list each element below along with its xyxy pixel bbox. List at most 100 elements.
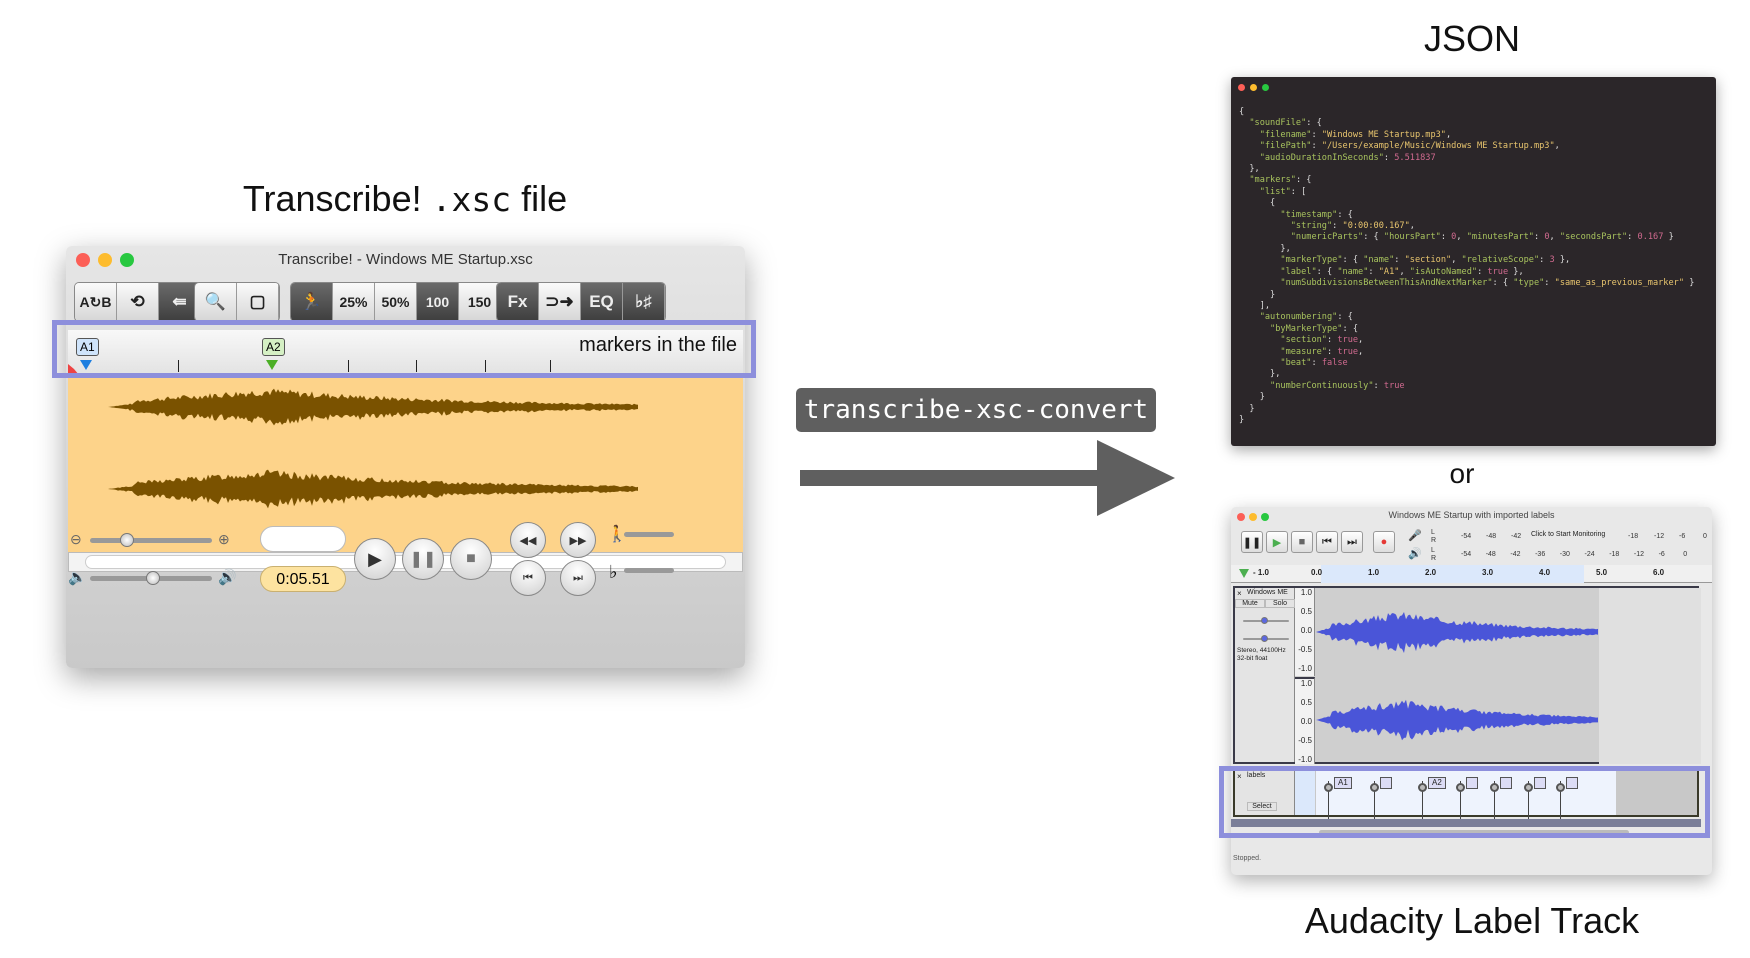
toolbar-button[interactable]: ♭♯ [623, 283, 665, 321]
timeline-tick: 5.0 [1596, 568, 1608, 577]
zoom-out-icon[interactable]: ⊖ [70, 531, 82, 548]
y-axis-tick: -0.5 [1298, 645, 1312, 654]
code-line: "filename": "Windows ME Startup.mp3", [1259, 129, 1452, 140]
toolbar-group: 🔍 ▢ [194, 282, 280, 322]
toolbar-button[interactable]: 🔍 [195, 283, 237, 321]
volume-slider[interactable] [90, 571, 212, 585]
text-field[interactable] [260, 526, 346, 552]
toolbar-button[interactable]: 50% [375, 283, 417, 321]
toolbar-button[interactable]: 150 [459, 283, 501, 321]
code-line: { [1239, 198, 1276, 209]
track-info: Stereo, 44100Hz [1237, 647, 1286, 654]
code-line: "list": [ [1259, 186, 1307, 197]
pause-button[interactable]: ❚❚ [402, 538, 444, 580]
rewind-button[interactable]: ◀◀ [510, 522, 546, 558]
play-button[interactable]: ▶ [354, 538, 396, 580]
meter-tick: -36 [1535, 551, 1546, 558]
code-line: } [1239, 403, 1255, 414]
transcribe-caption: Transcribe! .xsc file [205, 178, 605, 220]
skip-end-button[interactable]: ⏭ [560, 560, 596, 596]
code-line: "byMarkerType": { [1270, 323, 1359, 334]
toolbar-button[interactable]: ⊃➜ [539, 283, 581, 321]
track-name-menu[interactable]: Windows ME [1247, 589, 1288, 596]
window-title: Transcribe! - Windows ME Startup.xsc [278, 251, 533, 268]
meter-tick: -6 [1679, 533, 1686, 540]
close-button[interactable] [1238, 84, 1245, 91]
meter-tick: 0 [1703, 533, 1707, 540]
play-button[interactable]: ▶ [1266, 531, 1288, 553]
speed-slider[interactable] [624, 532, 674, 537]
code-line: "audioDurationInSeconds": 5.511837 [1259, 152, 1436, 163]
code-line: } [1239, 289, 1276, 300]
zoom-in-icon[interactable]: ⊕ [218, 531, 230, 548]
toolbar-button[interactable]: ⟲ [117, 283, 159, 321]
status-bar: Stopped. [1233, 855, 1262, 862]
volume-low-icon: 🔈 [68, 569, 87, 586]
meter-tick: 0 [1683, 551, 1688, 558]
timeline-tick: 3.0 [1482, 568, 1494, 577]
converter-command-label: transcribe-xsc-convert [796, 388, 1156, 432]
timeline-tick: 0.0 [1311, 568, 1323, 577]
toolbar-button[interactable]: ▢ [237, 283, 279, 321]
toolbar-button[interactable]: 100 [417, 283, 459, 321]
y-axis-tick: -0.5 [1298, 736, 1312, 745]
json-code: { "soundFile": { "filename": "Windows ME… [1239, 107, 1694, 426]
json-window: { "soundFile": { "filename": "Windows ME… [1231, 77, 1716, 446]
toolbar-button[interactable]: 🏃 [291, 283, 333, 321]
arrow-right-icon [800, 440, 1175, 516]
code-line: "label": { "name": "A1", "isAutoNamed": … [1280, 266, 1524, 277]
pin-icon[interactable] [1239, 569, 1249, 583]
pan-slider[interactable] [1243, 635, 1289, 642]
skip-end-button[interactable]: ⏭ [1341, 531, 1363, 553]
transcribe-window: Transcribe! - Windows ME Startup.xsc A↻B… [66, 246, 745, 668]
stop-button[interactable]: ■ [1291, 531, 1313, 553]
toolbar-button[interactable]: EQ [581, 283, 623, 321]
waveform [1316, 611, 1598, 653]
pause-button[interactable]: ❚❚ [1241, 531, 1263, 553]
meter-tick: -48 [1486, 533, 1497, 540]
solo-button[interactable]: Solo [1265, 599, 1295, 608]
toolbar-button[interactable]: A↻B [75, 283, 117, 321]
microphone-icon: 🎤 [1408, 530, 1422, 542]
playback-meter[interactable]: L R -54 -48 -42 -36 -30 -24 -18 -12 -6 0 [1431, 547, 1701, 563]
audio-track[interactable]: × Windows ME Mute Solo Stereo, 44100Hz 3… [1233, 586, 1701, 764]
toolbar-button[interactable]: 25% [333, 283, 375, 321]
code-line: "markerType": { "name": "section", "rela… [1280, 255, 1571, 266]
volume-high-icon: 🔊 [218, 569, 237, 586]
skip-start-button[interactable]: ⏮ [510, 560, 546, 596]
window-title: Windows ME Startup with imported labels [1388, 510, 1555, 520]
zoom-button[interactable] [1262, 84, 1269, 91]
caption-text: file [511, 178, 568, 219]
gain-slider[interactable] [1243, 617, 1289, 624]
meter-tick: -12 [1633, 551, 1645, 558]
fast-forward-button[interactable]: ▶▶ [560, 522, 596, 558]
caption-text: Transcribe! [242, 178, 432, 219]
timeline-ruler[interactable]: - 1.0 0.0 1.0 2.0 3.0 4.0 5.0 6.0 [1231, 565, 1712, 583]
track-control-panel: × Windows ME Mute Solo Stereo, 44100Hz 3… [1235, 588, 1295, 762]
timeline-tick: 2.0 [1425, 568, 1437, 577]
zoom-slider[interactable] [90, 533, 212, 547]
track-close-icon[interactable]: × [1237, 589, 1242, 598]
timeline-tick: 1.0 [1368, 568, 1380, 577]
meter-tick: -18 [1609, 551, 1620, 558]
code-line: "autonumbering": { [1259, 312, 1353, 323]
audacity-caption: Audacity Label Track [1304, 900, 1640, 941]
mute-button[interactable]: Mute [1235, 599, 1265, 608]
skip-start-button[interactable]: ⏮ [1316, 531, 1338, 553]
record-button[interactable]: ● [1373, 531, 1395, 553]
code-line: "string": "0:00:00.167", [1290, 221, 1415, 232]
markers-highlight-box [52, 320, 756, 378]
code-line: "section": true, [1280, 335, 1364, 346]
waveform [108, 388, 638, 426]
waveform-view[interactable] [68, 376, 743, 552]
stop-button[interactable]: ■ [450, 538, 492, 580]
toolbar-group: 🏃 25% 50% 100 150 [290, 282, 502, 322]
monitor-toggle[interactable]: Click to Start Monitoring [1531, 531, 1606, 538]
pitch-slider[interactable] [624, 568, 674, 573]
y-axis-tick: 1.0 [1300, 679, 1312, 688]
timeline-tick: 4.0 [1539, 568, 1551, 577]
minimize-button[interactable] [1250, 84, 1257, 91]
toolbar-button[interactable]: Fx [497, 283, 539, 321]
meter-tick: -54 [1461, 551, 1472, 558]
code-line: "filePath": "/Users/example/Music/Window… [1259, 141, 1560, 152]
